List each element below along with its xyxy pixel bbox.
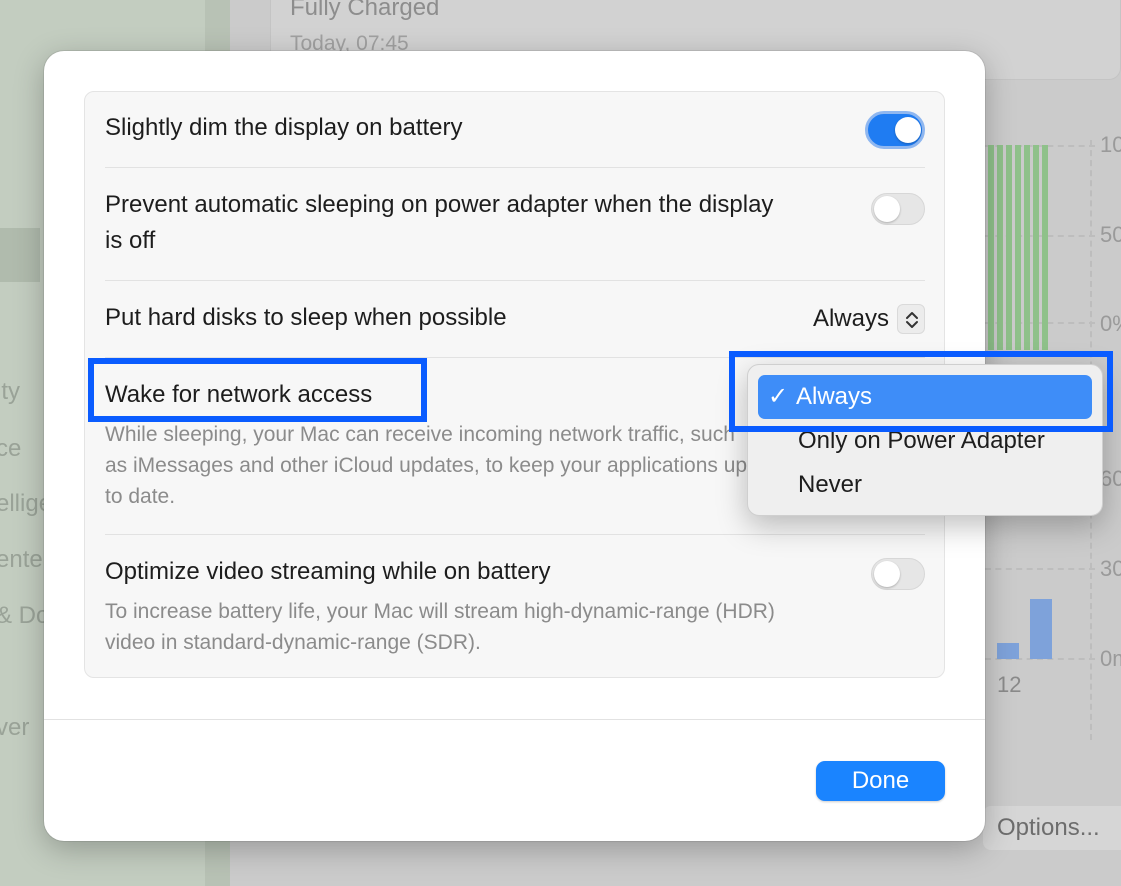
setting-row-prevent-sleep: Prevent automatic sleeping on power adap… xyxy=(105,187,925,259)
background-chart-x-tick: 12 xyxy=(997,672,1022,697)
background-chart-tick: 60 xyxy=(1100,466,1121,491)
setting-label: Optimize video streaming while on batter… xyxy=(105,558,551,585)
background-usage-bar xyxy=(997,643,1019,659)
background-battery-bar xyxy=(1033,145,1039,350)
background-chart-gridline xyxy=(985,568,1095,570)
setting-row-dim-display: Slightly dim the display on battery xyxy=(105,110,925,150)
hard-disk-sleep-popup[interactable]: Always xyxy=(813,302,925,336)
setting-description: To increase battery life, your Mac will … xyxy=(105,600,775,654)
background-battery-bar xyxy=(1015,145,1021,350)
background-battery-bar xyxy=(988,145,994,350)
background-chart-tick: 10 xyxy=(1100,132,1121,157)
toggle-knob xyxy=(874,561,900,587)
options-button[interactable]: Options... xyxy=(983,806,1121,850)
background-battery-bar xyxy=(997,145,1003,350)
dim-display-toggle[interactable] xyxy=(865,111,925,149)
background-chart-tick: 0% xyxy=(1100,311,1121,336)
toggle-knob xyxy=(895,117,921,143)
optimize-video-toggle[interactable] xyxy=(871,558,925,590)
setting-label: Put hard disks to sleep when possible xyxy=(105,304,507,331)
background-battery-bar xyxy=(1042,145,1048,350)
background-chart-tick: 30 xyxy=(1100,556,1121,581)
popup-value: Always xyxy=(812,305,889,332)
sidebar-item-fragment: ver xyxy=(0,714,30,741)
row-divider xyxy=(105,280,925,281)
menu-item-label: Never xyxy=(798,471,863,498)
sidebar-item-fragment: & Do xyxy=(0,602,50,629)
sidebar-item-fragment: ce xyxy=(0,435,22,462)
done-button[interactable]: Done xyxy=(816,761,945,801)
background-chart-tick: 50 xyxy=(1100,222,1121,247)
setting-row-optimize-video: Optimize video streaming while on batter… xyxy=(105,554,925,664)
row-divider xyxy=(105,534,925,535)
setting-label: Prevent automatic sleeping on power adap… xyxy=(105,191,774,254)
setting-description: While sleeping, your Mac can receive inc… xyxy=(105,423,748,508)
prevent-sleep-toggle[interactable] xyxy=(871,193,925,225)
background-chart-tick: 0m xyxy=(1100,646,1121,671)
setting-label: Slightly dim the display on battery xyxy=(105,114,463,141)
footer-divider xyxy=(44,719,985,720)
background-usage-bar xyxy=(1030,599,1052,659)
sidebar-selected-row xyxy=(0,228,40,282)
row-divider xyxy=(105,167,925,168)
setting-row-hard-disk-sleep: Put hard disks to sleep when possible Al… xyxy=(105,300,925,340)
menu-item-never[interactable]: Never xyxy=(758,463,1092,507)
background-battery-status: Fully Charged xyxy=(290,0,440,21)
sidebar-item-fragment: ity xyxy=(0,378,20,405)
chevron-up-down-icon xyxy=(897,304,925,334)
background-battery-bar xyxy=(1006,145,1012,350)
highlight-box xyxy=(729,351,1113,432)
toggle-knob xyxy=(874,196,900,222)
sidebar-item-fragment: ente xyxy=(0,546,43,573)
background-battery-bar xyxy=(1024,145,1030,350)
highlight-box xyxy=(88,358,427,422)
